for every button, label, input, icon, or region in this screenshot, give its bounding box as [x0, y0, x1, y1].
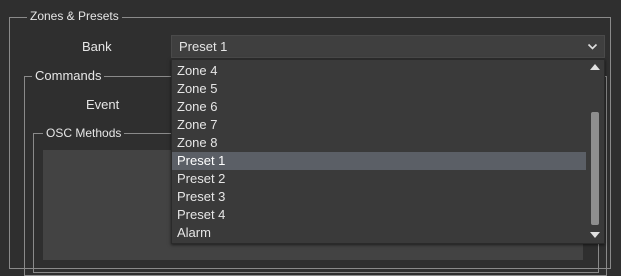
dropdown-option[interactable]: Zone 4: [172, 62, 586, 80]
bank-combo-box[interactable]: Preset 1: [171, 35, 605, 58]
commands-legend: Commands: [32, 69, 105, 83]
osc-methods-legend: OSC Methods: [43, 126, 125, 140]
scrollbar-thumb[interactable]: [591, 112, 599, 225]
dropdown-option[interactable]: Zone 7: [172, 116, 586, 134]
dropdown-options: Zone 4 Zone 5 Zone 6 Zone 7 Zone 8 Preset 1 Pr…: [172, 62, 586, 242]
bank-dropdown-list[interactable]: Zone 4 Zone 5 Zone 6 Zone 7 Zone 8 Preset 1 Pr…: [171, 59, 605, 244]
dropdown-scrollbar[interactable]: [586, 60, 604, 243]
dropdown-option[interactable]: Zone 5: [172, 80, 586, 98]
bank-label: Bank: [82, 39, 112, 54]
zones-presets-legend: Zones & Presets: [27, 9, 122, 23]
scroll-up-arrow-icon[interactable]: [590, 64, 600, 70]
dropdown-option[interactable]: Zone 8: [172, 134, 586, 152]
dropdown-option[interactable]: Preset 3: [172, 188, 586, 206]
chevron-down-icon: [587, 43, 598, 50]
bank-combo-value: Preset 1: [179, 39, 228, 54]
scroll-down-arrow-icon[interactable]: [590, 232, 600, 238]
event-label: Event: [86, 97, 120, 112]
dropdown-option[interactable]: Zone 6: [172, 98, 586, 116]
dropdown-option[interactable]: Preset 1: [172, 152, 586, 170]
dropdown-option[interactable]: Alarm: [172, 224, 586, 242]
dropdown-option[interactable]: Preset 4: [172, 206, 586, 224]
dropdown-option[interactable]: Preset 2: [172, 170, 586, 188]
